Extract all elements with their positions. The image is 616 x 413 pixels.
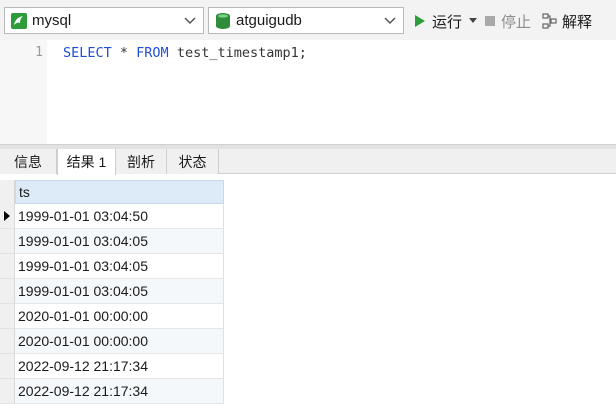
row-marker[interactable] <box>0 204 15 229</box>
table-row[interactable]: 2022-09-12 21:17:34 <box>0 379 224 404</box>
stop-label: 停止 <box>501 13 532 31</box>
explain-label: 解释 <box>562 13 593 31</box>
row-marker[interactable] <box>0 379 15 404</box>
row-marker[interactable] <box>0 229 15 254</box>
database-icon <box>214 12 232 30</box>
chevron-down-icon[interactable] <box>381 12 399 30</box>
tab-result-1-label: 结果 1 <box>66 154 107 170</box>
run-button[interactable]: 运行 <box>413 9 462 33</box>
sql-keyword-from: FROM <box>136 45 169 61</box>
table-row[interactable]: 2022-09-12 21:17:34 <box>0 354 224 379</box>
stop-icon <box>485 16 495 26</box>
play-icon <box>415 15 425 27</box>
tab-profile[interactable]: 剖析 <box>116 149 167 174</box>
table-row[interactable]: 2020-01-01 00:00:00 <box>0 329 224 354</box>
table-cell[interactable]: 2020-01-01 00:00:00 <box>15 329 224 354</box>
table-cell[interactable]: 1999-01-01 03:04:05 <box>15 254 224 279</box>
table-row[interactable]: 1999-01-01 03:04:50 <box>0 204 224 229</box>
table-cell[interactable]: 1999-01-01 03:04:05 <box>15 229 224 254</box>
line-gutter: 1 <box>0 40 47 144</box>
grid-corner[interactable] <box>0 180 15 204</box>
run-label: 运行 <box>432 13 463 31</box>
chevron-down-icon[interactable] <box>181 12 199 30</box>
database-select[interactable]: atguigudb <box>208 7 404 34</box>
row-marker[interactable] <box>0 254 15 279</box>
table-cell[interactable]: 2020-01-01 00:00:00 <box>15 304 224 329</box>
column-header-label: ts <box>19 184 30 200</box>
caret-down-icon <box>469 18 477 23</box>
row-marker[interactable] <box>0 354 15 379</box>
row-marker[interactable] <box>0 329 15 354</box>
connection-select[interactable]: mysql <box>4 7 204 34</box>
line-number: 1 <box>35 45 43 60</box>
table-cell[interactable]: 1999-01-01 03:04:50 <box>15 204 224 229</box>
sql-star: * <box>111 45 137 61</box>
mysql-dolphin-icon <box>10 12 28 30</box>
table-cell[interactable]: 2022-09-12 21:17:34 <box>15 379 224 404</box>
table-row[interactable]: 1999-01-01 03:04:05 <box>0 279 224 304</box>
database-value: atguigudb <box>236 12 302 29</box>
table-row[interactable]: 1999-01-01 03:04:05 <box>0 254 224 279</box>
connection-value: mysql <box>32 12 72 29</box>
tab-info[interactable]: 信息 <box>0 149 57 174</box>
stop-button[interactable]: 停止 <box>485 9 531 33</box>
table-row[interactable]: 1999-01-01 03:04:05 <box>0 229 224 254</box>
tab-result-1[interactable]: 结果 1 <box>57 149 116 175</box>
row-marker[interactable] <box>0 279 15 304</box>
result-tabs: 信息 结果 1 剖析 状态 <box>0 149 616 175</box>
tab-status[interactable]: 状态 <box>167 149 219 174</box>
sql-keyword-select: SELECT <box>63 45 112 61</box>
result-grid[interactable]: ts 1999-01-01 03:04:50 1999-01-01 03:04:… <box>0 174 616 413</box>
sql-code-line[interactable]: SELECT * FROM test_timestamp1; <box>63 45 307 61</box>
table-row[interactable]: 2020-01-01 00:00:00 <box>0 304 224 329</box>
table-cell[interactable]: 2022-09-12 21:17:34 <box>15 354 224 379</box>
sql-table-name: test_timestamp1; <box>168 45 307 61</box>
toolbar: mysql atguigudb 运行 停止 解释 <box>0 0 616 40</box>
tab-profile-label: 剖析 <box>127 153 155 170</box>
explain-plan-icon <box>542 13 557 29</box>
table-cell[interactable]: 1999-01-01 03:04:05 <box>15 279 224 304</box>
column-header-ts[interactable]: ts <box>15 180 224 204</box>
row-pointer-icon <box>4 211 10 221</box>
tab-status-label: 状态 <box>178 153 207 170</box>
run-options-caret[interactable] <box>469 14 479 28</box>
sql-editor[interactable]: 1 SELECT * FROM test_timestamp1; <box>0 40 616 144</box>
explain-button[interactable]: 解释 <box>542 9 592 33</box>
tab-info-label: 信息 <box>14 153 42 170</box>
row-marker[interactable] <box>0 304 15 329</box>
